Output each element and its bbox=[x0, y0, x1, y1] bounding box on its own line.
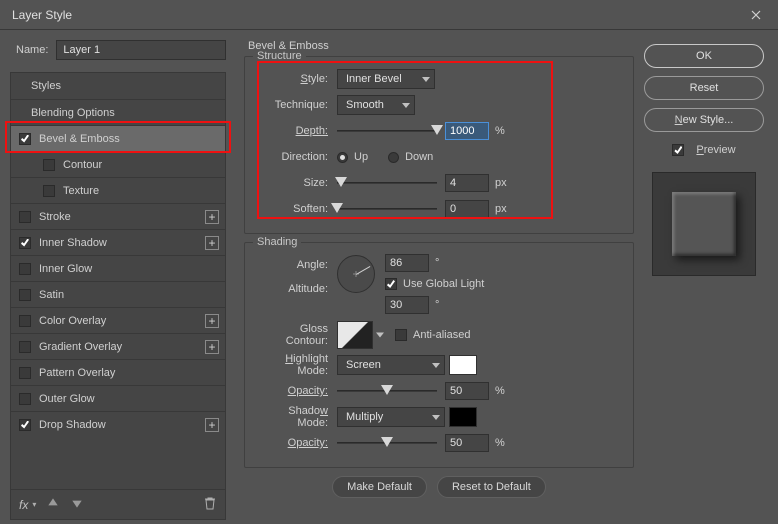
style-label: Style: bbox=[255, 73, 337, 85]
highlight-mode-dropdown[interactable]: Screen bbox=[337, 355, 445, 375]
angle-label: Angle: bbox=[255, 259, 328, 271]
chevron-down-icon bbox=[422, 77, 430, 82]
layer-name-input[interactable] bbox=[56, 40, 226, 60]
altitude-input[interactable] bbox=[385, 296, 429, 314]
contour-checkbox[interactable] bbox=[43, 159, 55, 171]
angle-input[interactable] bbox=[385, 254, 429, 272]
pattern-overlay-item[interactable]: Pattern Overlay bbox=[11, 359, 225, 385]
color-overlay-item[interactable]: Color Overlay+ bbox=[11, 307, 225, 333]
texture-item[interactable]: Texture bbox=[11, 177, 225, 203]
pattern-overlay-checkbox[interactable] bbox=[19, 367, 31, 379]
direction-label: Direction: bbox=[255, 151, 337, 163]
titlebar: Layer Style bbox=[0, 0, 778, 30]
highlight-mode-label: Highlight Mode: bbox=[255, 353, 337, 377]
fx-icon[interactable]: fx bbox=[19, 498, 28, 512]
outer-glow-item[interactable]: Outer Glow bbox=[11, 385, 225, 411]
direction-up-radio[interactable] bbox=[337, 152, 348, 163]
styles-footer: fx ▾ bbox=[11, 489, 225, 519]
close-icon bbox=[751, 10, 761, 20]
size-input[interactable] bbox=[445, 174, 489, 192]
inner-shadow-add-icon[interactable]: + bbox=[205, 236, 219, 250]
gradient-overlay-add-icon[interactable]: + bbox=[205, 340, 219, 354]
global-light-checkbox[interactable] bbox=[385, 278, 397, 290]
structure-fieldset: Structure Style: Inner Bevel Technique: … bbox=[244, 56, 634, 234]
shadow-opacity-input[interactable] bbox=[445, 434, 489, 452]
structure-legend: Structure bbox=[253, 50, 306, 62]
chevron-down-icon bbox=[432, 415, 440, 420]
preview-checkbox[interactable] bbox=[672, 144, 684, 156]
direction-down-radio[interactable] bbox=[388, 152, 399, 163]
stroke-checkbox[interactable] bbox=[19, 211, 31, 223]
highlight-opacity-slider[interactable] bbox=[337, 384, 437, 398]
depth-slider[interactable] bbox=[337, 124, 437, 138]
styles-header[interactable]: Styles bbox=[11, 73, 225, 99]
stroke-item[interactable]: Stroke+ bbox=[11, 203, 225, 229]
inner-shadow-item[interactable]: Inner Shadow+ bbox=[11, 229, 225, 255]
gradient-overlay-checkbox[interactable] bbox=[19, 341, 31, 353]
stroke-add-icon[interactable]: + bbox=[205, 210, 219, 224]
move-up-icon[interactable] bbox=[46, 496, 60, 513]
preview-thumbnail bbox=[652, 172, 756, 276]
ok-button[interactable]: OK bbox=[644, 44, 764, 68]
depth-input[interactable] bbox=[445, 122, 489, 140]
highlight-opacity-input[interactable] bbox=[445, 382, 489, 400]
name-label: Name: bbox=[16, 44, 48, 56]
satin-checkbox[interactable] bbox=[19, 289, 31, 301]
size-label: Size: bbox=[255, 177, 337, 189]
shading-fieldset: Shading Angle: Altitude: ° Use Global Li… bbox=[244, 242, 634, 468]
drop-shadow-add-icon[interactable]: + bbox=[205, 418, 219, 432]
color-overlay-add-icon[interactable]: + bbox=[205, 314, 219, 328]
left-column: Name: Styles Blending Options Bevel & Em… bbox=[0, 30, 236, 524]
close-button[interactable] bbox=[734, 0, 778, 30]
make-default-button[interactable]: Make Default bbox=[332, 476, 427, 498]
new-style-button[interactable]: New Style... bbox=[644, 108, 764, 132]
settings-panel: Bevel & Emboss Structure Style: Inner Be… bbox=[236, 30, 642, 524]
highlight-color-swatch[interactable] bbox=[449, 355, 477, 375]
color-overlay-checkbox[interactable] bbox=[19, 315, 31, 327]
angle-dial[interactable] bbox=[337, 255, 375, 293]
shadow-color-swatch[interactable] bbox=[449, 407, 477, 427]
technique-label: Technique: bbox=[255, 99, 337, 111]
gloss-contour-picker[interactable] bbox=[337, 321, 373, 349]
antialiased-checkbox[interactable] bbox=[395, 329, 407, 341]
shadow-mode-dropdown[interactable]: Multiply bbox=[337, 407, 445, 427]
size-slider[interactable] bbox=[337, 176, 437, 190]
chevron-down-icon bbox=[376, 333, 384, 338]
reset-default-button[interactable]: Reset to Default bbox=[437, 476, 546, 498]
technique-dropdown[interactable]: Smooth bbox=[337, 95, 415, 115]
depth-label: Depth: bbox=[255, 125, 337, 137]
inner-glow-checkbox[interactable] bbox=[19, 263, 31, 275]
styles-list: Styles Blending Options Bevel & Emboss C… bbox=[10, 72, 226, 520]
chevron-down-icon bbox=[402, 103, 410, 108]
style-dropdown[interactable]: Inner Bevel bbox=[337, 69, 435, 89]
soften-slider[interactable] bbox=[337, 202, 437, 216]
gloss-contour-label: Gloss Contour: bbox=[255, 323, 337, 347]
soften-input[interactable] bbox=[445, 200, 489, 218]
texture-checkbox[interactable] bbox=[43, 185, 55, 197]
inner-shadow-checkbox[interactable] bbox=[19, 237, 31, 249]
shadow-mode-label: Shadow Mode: bbox=[255, 405, 337, 429]
blending-options-item[interactable]: Blending Options bbox=[11, 99, 225, 125]
altitude-label: Altitude: bbox=[255, 283, 328, 295]
shadow-opacity-slider[interactable] bbox=[337, 436, 437, 450]
soften-label: Soften: bbox=[255, 203, 337, 215]
move-down-icon[interactable] bbox=[70, 496, 84, 513]
shading-legend: Shading bbox=[253, 236, 301, 248]
inner-glow-item[interactable]: Inner Glow bbox=[11, 255, 225, 281]
shadow-opacity-label: Opacity: bbox=[255, 437, 337, 449]
outer-glow-checkbox[interactable] bbox=[19, 393, 31, 405]
right-column: OK Reset New Style... Preview bbox=[642, 30, 778, 524]
gradient-overlay-item[interactable]: Gradient Overlay+ bbox=[11, 333, 225, 359]
reset-button[interactable]: Reset bbox=[644, 76, 764, 100]
satin-item[interactable]: Satin bbox=[11, 281, 225, 307]
trash-icon[interactable] bbox=[203, 496, 217, 513]
bevel-emboss-item[interactable]: Bevel & Emboss bbox=[11, 125, 225, 151]
drop-shadow-item[interactable]: Drop Shadow+ bbox=[11, 411, 225, 437]
drop-shadow-checkbox[interactable] bbox=[19, 419, 31, 431]
bevel-checkbox[interactable] bbox=[19, 133, 31, 145]
window-title: Layer Style bbox=[12, 8, 734, 22]
chevron-down-icon bbox=[432, 363, 440, 368]
contour-item[interactable]: Contour bbox=[11, 151, 225, 177]
highlight-opacity-label: Opacity: bbox=[255, 385, 337, 397]
